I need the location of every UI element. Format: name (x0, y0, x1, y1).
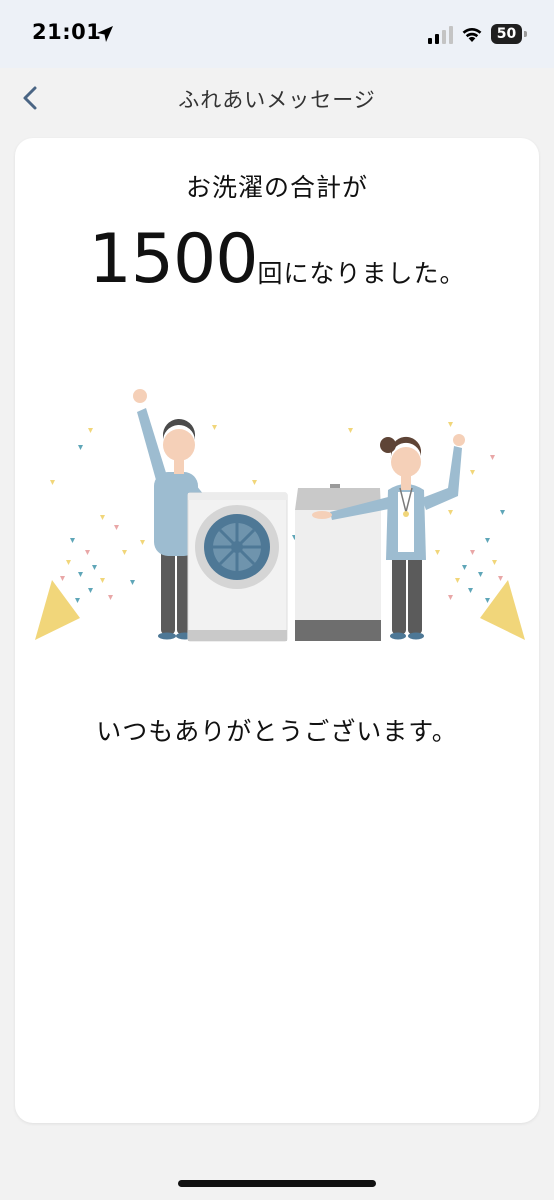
front-load-washer-icon (187, 492, 288, 642)
status-time: 21:01 (32, 20, 102, 44)
confetti-left (35, 445, 145, 640)
home-indicator[interactable] (178, 1180, 376, 1187)
wifi-icon (462, 27, 482, 42)
message-card: お洗濯の合計が 1500回になりました。 いつもありがとうございます。 (15, 138, 539, 1123)
celebration-illustration (35, 389, 525, 642)
battery-tip (524, 31, 527, 37)
signal-icon (428, 26, 453, 44)
wash-count: 1500 (88, 220, 258, 299)
status-bar: 21:01 50 (0, 0, 554, 68)
page-title: ふれあいメッセージ (178, 88, 376, 112)
battery-icon: 50 (491, 24, 527, 44)
thank-you-message: いつもありがとうございます。 (96, 717, 458, 746)
count-suffix: 回になりました。 (257, 259, 466, 288)
battery-level: 50 (491, 24, 522, 44)
headline: お洗濯の合計が (185, 173, 368, 202)
count-line: 1500回になりました。 (15, 220, 539, 299)
location-arrow-icon (97, 26, 113, 42)
nav-bar: ふれあいメッセージ (0, 68, 554, 128)
